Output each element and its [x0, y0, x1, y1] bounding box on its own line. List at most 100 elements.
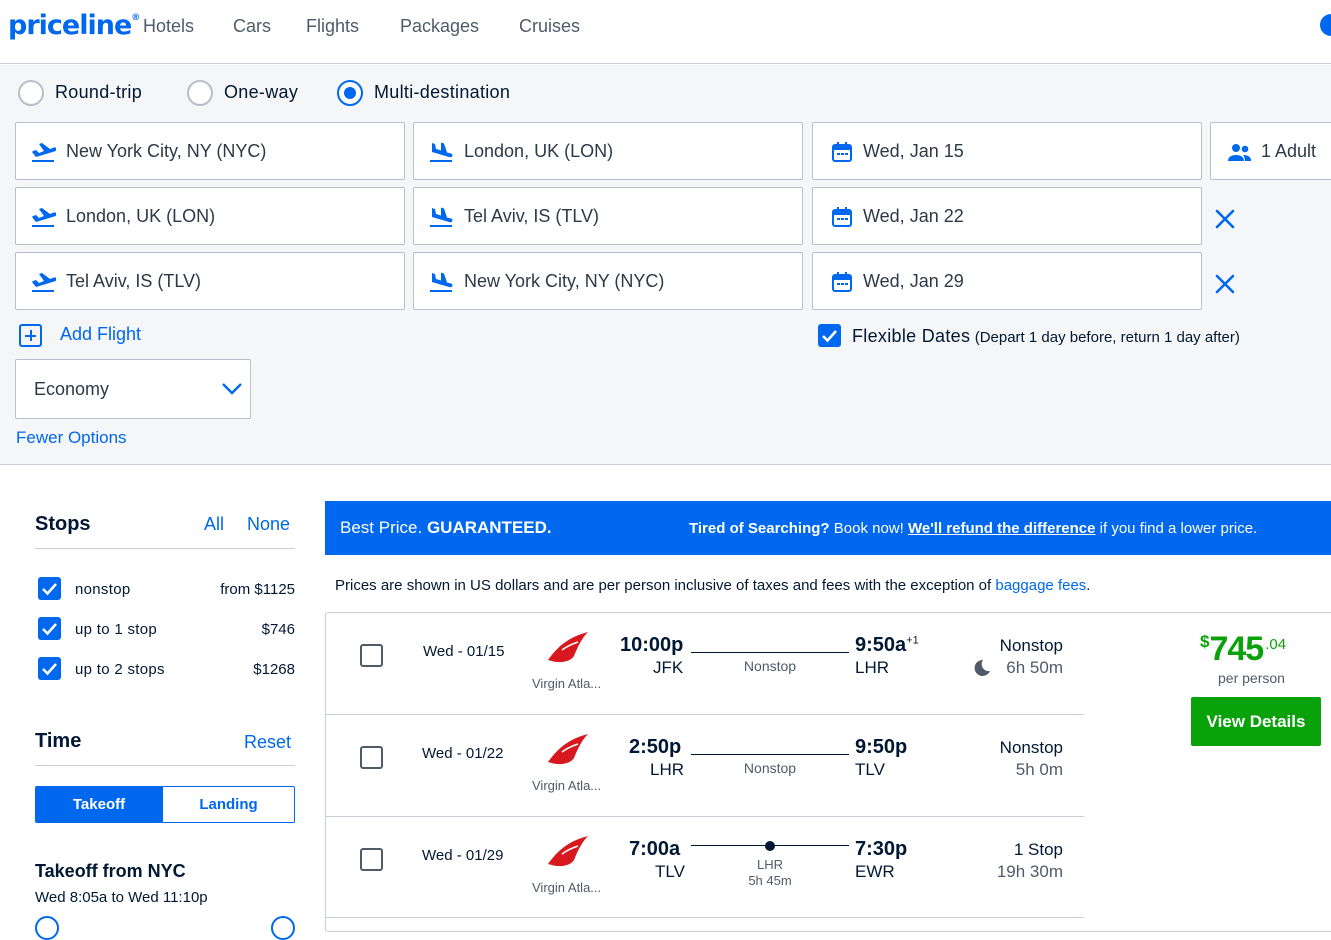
stop-nonstop-checkbox[interactable]: [38, 577, 61, 600]
flexible-dates-text: Flexible Dates (Depart 1 day before, ret…: [852, 326, 1240, 347]
priceline-logo[interactable]: priceline®: [8, 10, 140, 41]
time-filter-title: Time: [35, 730, 82, 752]
nav-flights[interactable]: Flights: [306, 16, 359, 37]
multi-destination-label[interactable]: Multi-destination: [374, 82, 510, 103]
leg3-destination-field[interactable]: New York City, NY (NYC): [413, 252, 803, 310]
leg3-arrive-airport: EWR: [855, 862, 895, 881]
nav-packages[interactable]: Packages: [400, 16, 479, 37]
round-trip-label[interactable]: Round-trip: [55, 82, 142, 103]
leg2-stops: Nonstop: [999, 738, 1063, 757]
leg2-date-field[interactable]: Wed, Jan 22: [812, 187, 1202, 245]
leg2-depart-time: 2:50p: [629, 736, 682, 758]
slider-handle-left[interactable]: [35, 916, 59, 940]
chevron-down-icon: [222, 383, 242, 395]
nav-hotels[interactable]: Hotels: [143, 16, 194, 37]
leg2-select-checkbox[interactable]: [360, 746, 383, 769]
leg2-route-line: [691, 754, 849, 755]
stop-nonstop-price: from $1125: [220, 581, 295, 598]
remove-leg3-close-icon[interactable]: [1214, 273, 1236, 295]
leg3-layover-airport: LHR: [756, 857, 783, 872]
stops-none-link[interactable]: None: [247, 514, 290, 535]
leg1-origin-field[interactable]: New York City, NY (NYC): [15, 122, 405, 180]
best-price-banner: Best Price. GUARANTEED. Tired of Searchi…: [325, 501, 1331, 555]
stop-2stops-checkbox[interactable]: [38, 657, 61, 680]
account-icon[interactable]: [1320, 14, 1331, 36]
leg2-origin-field[interactable]: London, UK (LON): [15, 187, 405, 245]
fewer-options-link[interactable]: Fewer Options: [16, 428, 127, 448]
leg2-date-value: Wed, Jan 22: [863, 206, 964, 226]
virgin-atlantic-logo-icon: [548, 734, 588, 765]
stop-2stops-label[interactable]: up to 2 stops: [75, 661, 165, 678]
checkmark-icon: [42, 623, 57, 636]
multi-destination-radio[interactable]: [337, 80, 363, 106]
flexible-dates-label[interactable]: Flexible Dates: [852, 326, 970, 346]
time-reset-link[interactable]: Reset: [244, 732, 291, 753]
round-trip-radio[interactable]: [18, 80, 44, 106]
flexible-dates-checkbox[interactable]: [818, 324, 841, 347]
banner-best-price: Best Price.: [340, 518, 423, 537]
leg3-depart-time: 7:00a: [629, 838, 681, 860]
travelers-field[interactable]: 1 Adult: [1210, 122, 1331, 180]
leg2-nonstop-label: Nonstop: [743, 760, 797, 776]
banner-tired: Tired of Searching?: [689, 520, 830, 537]
leg1-origin-value: New York City, NY (NYC): [66, 141, 267, 161]
add-flight-plus-icon[interactable]: [19, 324, 42, 347]
nav-cars[interactable]: Cars: [233, 16, 271, 37]
travelers-value: 1 Adult: [1261, 141, 1317, 161]
disclaimer-text: Prices are shown in US dollars and are p…: [335, 577, 992, 594]
leg2-arrive-time: 9:50p: [855, 736, 908, 758]
nav-cruises[interactable]: Cruises: [519, 16, 580, 37]
add-flight-link[interactable]: Add Flight: [60, 324, 141, 345]
stop-nonstop-label[interactable]: nonstop: [75, 581, 130, 598]
calendar-icon: [832, 142, 852, 162]
refund-difference-link[interactable]: We'll refund the difference: [908, 520, 1096, 537]
tab-takeoff[interactable]: Takeoff: [36, 787, 162, 822]
leg1-arrive-airport: LHR: [855, 658, 890, 677]
stops-filter-title: Stops: [35, 513, 91, 535]
leg3-date: Wed - 01/29: [422, 847, 504, 864]
leg3-stops: 1 Stop: [1013, 840, 1063, 859]
leg1-select-checkbox[interactable]: [360, 644, 383, 667]
leg3-depart-airport: TLV: [655, 862, 685, 881]
leg3-date-field[interactable]: Wed, Jan 29: [812, 252, 1202, 310]
leg2-depart-airport: LHR: [650, 760, 685, 779]
landing-icon: [430, 142, 453, 162]
leg1-depart-time: 10:00p: [620, 634, 684, 656]
leg2-destination-field[interactable]: Tel Aviv, IS (TLV): [413, 187, 803, 245]
leg1-date: Wed - 01/15: [423, 643, 505, 660]
one-way-label[interactable]: One-way: [224, 82, 298, 103]
row-divider: [326, 816, 1084, 817]
leg1-airline: Virgin Atla...: [532, 676, 602, 691]
flexible-dates-note: (Depart 1 day before, return 1 day after…: [974, 329, 1240, 346]
view-details-button[interactable]: View Details: [1191, 697, 1321, 746]
leg3-duration: 19h 30m: [996, 862, 1063, 881]
leg1-next-day: +1: [906, 634, 919, 647]
checkmark-icon: [42, 663, 57, 676]
leg1-nonstop-label: Nonstop: [743, 658, 797, 674]
leg1-destination-field[interactable]: London, UK (LON): [413, 122, 803, 180]
banner-guaranteed: GUARANTEED.: [426, 518, 552, 537]
slider-handle-right[interactable]: [271, 916, 295, 940]
stop-1stop-checkbox[interactable]: [38, 617, 61, 640]
disclaimer-end: .: [1086, 577, 1091, 594]
tab-landing[interactable]: Landing: [162, 787, 294, 822]
per-person-label: per person: [1218, 670, 1285, 686]
leg3-origin-field[interactable]: Tel Aviv, IS (TLV): [15, 252, 405, 310]
cabin-class-select[interactable]: Economy: [15, 359, 251, 419]
baggage-fees-link[interactable]: baggage fees: [995, 577, 1086, 594]
leg3-select-checkbox[interactable]: [360, 848, 383, 871]
stop-1stop-price: $746: [261, 621, 295, 638]
landing-icon: [430, 207, 453, 227]
leg3-arrive-time: 7:30p: [855, 838, 908, 860]
divider: [35, 548, 295, 549]
remove-leg2-close-icon[interactable]: [1214, 208, 1236, 230]
layover-dot: [765, 841, 775, 851]
checkmark-icon: [822, 330, 837, 343]
takeoff-landing-toggle: Takeoff Landing: [35, 786, 295, 823]
calendar-icon: [832, 272, 852, 292]
stop-1stop-label[interactable]: up to 1 stop: [75, 621, 157, 638]
leg1-date-field[interactable]: Wed, Jan 15: [812, 122, 1202, 180]
row-divider: [326, 714, 1084, 715]
one-way-radio[interactable]: [187, 80, 213, 106]
stops-all-link[interactable]: All: [204, 514, 224, 535]
